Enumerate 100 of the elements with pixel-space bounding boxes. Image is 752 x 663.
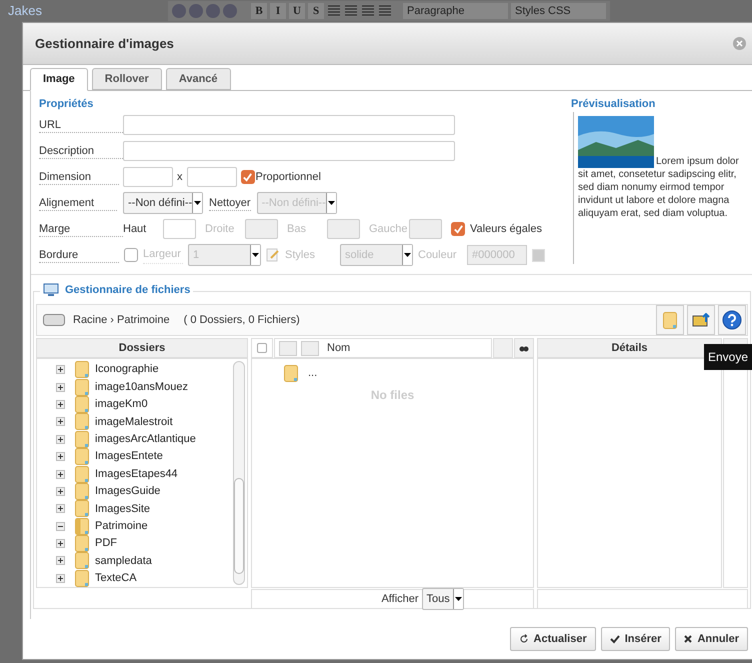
separator-text: x [177, 170, 182, 185]
expand-toggle[interactable] [56, 400, 65, 409]
dropdown-arrow-icon [404, 253, 411, 257]
folder-icon [75, 466, 89, 483]
dropdown-arrow-icon [328, 201, 335, 205]
edit-icon [266, 248, 280, 262]
field-label: Bas [287, 222, 307, 237]
preview-text: Lorem ipsum dolor sit amet, consetetur sadipscing elitr, sed diam nonumy eirmod tempor invidunt ut labore et dolore magna aliquyam erat, sed diam voluptua. [578, 156, 739, 219]
folder-name[interactable]: ImagesSite [95, 500, 150, 518]
plus-icon [57, 557, 64, 564]
section-heading: Gestionnaire de fichiers [65, 283, 190, 298]
folder-icon [75, 430, 89, 448]
format-button[interactable]: B [251, 3, 267, 19]
expand-toggle[interactable] [56, 539, 65, 548]
tab[interactable]: Avancé [166, 68, 231, 90]
insert-button[interactable]: Insérer [600, 627, 670, 651]
dropdown-arrow-icon [194, 201, 202, 205]
folder-name[interactable]: imageMalestroit [95, 414, 173, 430]
input-field[interactable] [186, 167, 236, 187]
close-button[interactable] [733, 37, 746, 50]
folder-name[interactable]: imagesArcAtlantique [95, 431, 196, 448]
input-field[interactable] [123, 141, 455, 161]
format-button[interactable]: I [270, 3, 286, 19]
color-picker[interactable] [532, 248, 545, 262]
plus-icon [57, 418, 64, 426]
expand-toggle[interactable] [56, 486, 65, 496]
plus-icon [57, 488, 64, 495]
checkbox[interactable] [124, 248, 138, 262]
align-icon[interactable] [361, 5, 375, 17]
expand-toggle[interactable] [56, 470, 65, 479]
checkbox[interactable] [257, 343, 267, 353]
checkbox[interactable] [451, 222, 465, 236]
input-field[interactable] [123, 115, 455, 135]
field-label: Styles [285, 248, 316, 263]
tab[interactable]: Rollover [92, 68, 162, 90]
toolbar-icon[interactable] [223, 4, 237, 18]
help-button[interactable] [718, 305, 746, 335]
select-field[interactable]: --Non défini-- [123, 192, 203, 214]
align-icon[interactable] [378, 5, 392, 17]
expand-toggle[interactable] [56, 556, 65, 566]
folder-icon [75, 570, 89, 587]
folder-name[interactable]: ImagesGuide [95, 483, 160, 500]
folder-icon [75, 378, 89, 396]
folder-count: ( 0 Dossiers, 0 Fichiers) [184, 312, 300, 328]
parent-folder-entry[interactable]: ... [308, 365, 318, 382]
folder-icon [75, 552, 89, 570]
folder-name[interactable]: TexteCA [95, 570, 137, 587]
upload-button[interactable] [687, 305, 715, 335]
toolbar-icon[interactable] [206, 4, 220, 18]
folder-icon [75, 535, 89, 552]
align-icon[interactable] [327, 5, 341, 17]
folder-name[interactable]: Iconographie [95, 361, 159, 378]
input-field[interactable] [123, 167, 173, 187]
drive-icon [43, 314, 65, 326]
folder-name[interactable]: ImagesEtapes44 [95, 466, 178, 482]
tab[interactable]: Image [30, 68, 88, 91]
format-button[interactable]: S [308, 3, 324, 19]
align-icon[interactable] [344, 5, 358, 17]
input-field[interactable] [163, 219, 196, 239]
folder-name[interactable]: imageKm0 [95, 396, 148, 413]
plus-icon [57, 436, 64, 443]
format-button[interactable]: U [289, 3, 305, 19]
section-heading: Propriétés [39, 97, 94, 112]
section-heading: Prévisualisation [571, 97, 656, 112]
cancel-button[interactable]: Annuler [675, 627, 748, 651]
expand-toggle[interactable] [56, 452, 65, 462]
expand-toggle[interactable] [56, 574, 65, 583]
field-label: Bordure [39, 248, 119, 262]
checkbox[interactable] [240, 170, 254, 184]
upload-icon [692, 313, 710, 327]
folder-icon [284, 365, 298, 382]
tooltip: Envoye [704, 344, 752, 370]
select-field[interactable]: Tous [422, 588, 464, 610]
toolbar-icon[interactable] [189, 4, 203, 18]
field-label: URL [39, 118, 123, 132]
plus-icon [57, 400, 64, 408]
styles-select[interactable]: Styles CSS [511, 3, 606, 19]
expand-toggle[interactable] [56, 434, 65, 444]
expand-toggle[interactable] [56, 417, 65, 426]
folder-name[interactable]: ImagesEntete [95, 448, 163, 465]
folder-name[interactable]: image10ansMouez [95, 378, 188, 396]
plus-icon [57, 540, 64, 548]
help-icon [722, 310, 742, 330]
folder-name[interactable]: sampledata [95, 552, 152, 570]
search-button[interactable] [514, 338, 534, 358]
format-select[interactable]: Paragraphe [403, 3, 508, 19]
folder-name[interactable]: Patrimoine [95, 518, 148, 534]
folder-name[interactable]: PDF [95, 535, 117, 552]
field-label: Droite [205, 222, 236, 237]
expand-toggle[interactable] [56, 382, 65, 392]
plus-icon [57, 505, 64, 512]
toolbar-icon[interactable] [172, 4, 186, 18]
field-label: Alignement [39, 196, 117, 210]
refresh-button[interactable]: Actualiser [510, 627, 596, 651]
folder-icon [75, 396, 89, 413]
collapse-toggle[interactable] [56, 522, 65, 531]
page-title: Jakes [8, 2, 43, 20]
expand-toggle[interactable] [56, 365, 65, 374]
expand-toggle[interactable] [56, 504, 65, 514]
field-label: Haut [123, 222, 148, 237]
